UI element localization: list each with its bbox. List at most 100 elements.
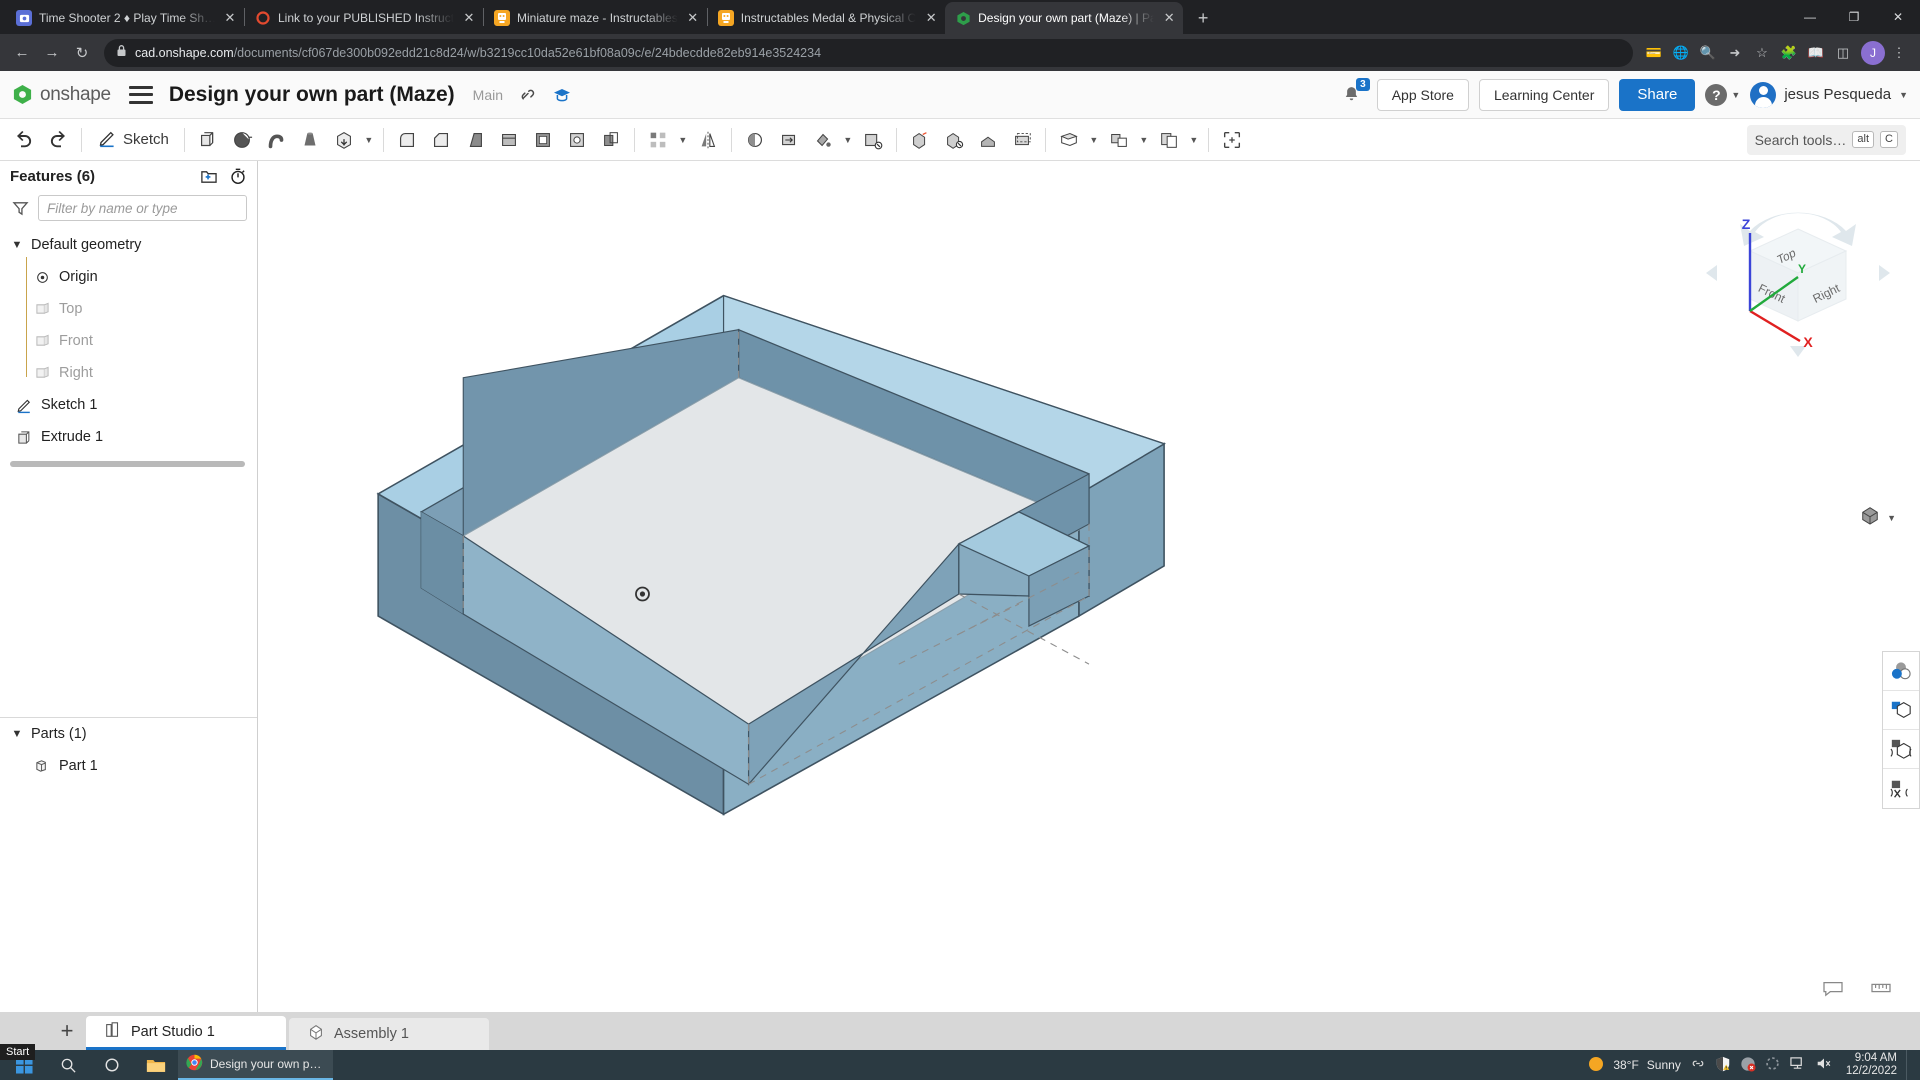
show-desktop-button[interactable] [1906, 1050, 1912, 1080]
mirror-tool[interactable] [692, 123, 724, 157]
tree-node-top-plane[interactable]: Top [0, 293, 257, 325]
feature-tree-scrollbar[interactable] [10, 461, 245, 467]
clock[interactable]: 9:04 AM 12/2/2022 [1842, 1052, 1897, 1078]
chevron-down-icon[interactable]: ▼ [841, 135, 855, 145]
view-mode-dropdown[interactable]: ▼ [1859, 505, 1896, 530]
forward-icon[interactable]: → [38, 39, 66, 67]
translate-icon[interactable]: 🌐 [1668, 40, 1694, 66]
help-menu[interactable]: ? ▼ [1705, 83, 1740, 106]
user-menu[interactable]: jesus Pesqueda ▼ [1750, 81, 1908, 108]
rib-tool[interactable] [493, 123, 525, 157]
share-button[interactable]: Share [1619, 78, 1696, 111]
revolve-tool[interactable] [226, 123, 258, 157]
tab-part-studio-1[interactable]: Part Studio 1 [86, 1016, 286, 1050]
app-store-button[interactable]: App Store [1376, 78, 1469, 111]
reload-icon[interactable]: ↻ [68, 39, 96, 67]
close-icon[interactable]: ✕ [1161, 10, 1177, 26]
shell-tool[interactable] [527, 123, 559, 157]
section-tool[interactable] [1883, 730, 1919, 769]
speech-bubble-icon[interactable] [1822, 979, 1844, 1002]
sidepanel-icon[interactable]: ◫ [1830, 40, 1856, 66]
variable-tool[interactable] [1153, 123, 1185, 157]
measure-tool[interactable] [1216, 123, 1248, 157]
link-icon[interactable] [1690, 1057, 1706, 1073]
weather-widget[interactable]: 38°F Sunny [1587, 1055, 1681, 1076]
tree-node-front-plane[interactable]: Front [0, 325, 257, 357]
tree-node-sketch-1[interactable]: Sketch 1 [0, 389, 257, 421]
plane-tool[interactable] [1053, 123, 1085, 157]
chamfer-tool[interactable] [425, 123, 457, 157]
close-icon[interactable]: ✕ [685, 10, 701, 26]
add-tab-button[interactable]: + [48, 1012, 86, 1050]
address-bar[interactable]: cad.onshape.com/documents/cf067de300b092… [104, 38, 1633, 67]
tab-assembly-1[interactable]: Assembly 1 [289, 1018, 489, 1050]
volume-mute-icon[interactable] [1815, 1056, 1833, 1074]
assembly-ref-tool[interactable] [1103, 123, 1135, 157]
security-alert-icon[interactable] [1740, 1056, 1756, 1075]
back-icon[interactable]: ← [8, 39, 36, 67]
reading-list-icon[interactable]: 📖 [1803, 40, 1829, 66]
browser-tab[interactable]: Instructables Medal & Physical C ✕ [708, 2, 945, 34]
split-tool[interactable] [739, 123, 771, 157]
draft-tool[interactable] [459, 123, 491, 157]
pattern-tool[interactable] [642, 123, 674, 157]
chevron-down-icon[interactable]: ▼ [1887, 513, 1896, 523]
chevron-down-icon[interactable]: ▼ [10, 239, 24, 251]
chevron-down-icon[interactable]: ▼ [1187, 135, 1201, 145]
graphics-viewport[interactable]: Top Front Right Z X Y ▼ [258, 161, 1920, 1012]
cortana-icon[interactable] [90, 1050, 134, 1080]
profile-avatar[interactable]: J [1861, 40, 1885, 65]
close-icon[interactable]: ✕ [461, 10, 477, 26]
boundingbox-tool[interactable] [1006, 123, 1038, 157]
tree-node-right-plane[interactable]: Right [0, 357, 257, 389]
onshape-logo[interactable]: onshape [12, 84, 111, 106]
menu-icon[interactable] [128, 85, 153, 104]
share-icon[interactable]: ➜ [1722, 40, 1748, 66]
view-cube[interactable]: Top Front Right Z X Y [1698, 189, 1898, 364]
tree-node-extrude-1[interactable]: Extrude 1 [0, 421, 257, 453]
browser-tab[interactable]: Miniature maze - Instructables ✕ [484, 2, 707, 34]
hole-tool[interactable] [561, 123, 593, 157]
display-state-tool[interactable] [1883, 691, 1919, 730]
redo-icon[interactable] [42, 123, 74, 157]
delete-face-tool[interactable] [857, 123, 889, 157]
move-face-tool[interactable] [904, 123, 936, 157]
defender-warning-icon[interactable] [1715, 1056, 1731, 1075]
appearance-tool[interactable] [1883, 652, 1919, 691]
browser-tab-active[interactable]: Design your own part (Maze) | Pa ✕ [945, 2, 1184, 34]
bookmark-star-icon[interactable]: ☆ [1749, 40, 1775, 66]
folder-icon[interactable] [134, 1050, 178, 1080]
funnel-icon[interactable] [10, 200, 30, 216]
paint-tool[interactable] [807, 123, 839, 157]
chevron-down-icon[interactable]: ▼ [676, 135, 690, 145]
browser-tab[interactable]: Link to your PUBLISHED Instructa ✕ [245, 2, 483, 34]
chevron-down-icon[interactable]: ▼ [1087, 135, 1101, 145]
fillet-tool[interactable] [391, 123, 423, 157]
transform-tool[interactable] [773, 123, 805, 157]
notifications-button[interactable]: 3 [1337, 77, 1370, 110]
zoom-icon[interactable]: 🔍 [1695, 40, 1721, 66]
search-icon[interactable] [46, 1050, 90, 1080]
undo-icon[interactable] [8, 123, 40, 157]
enclose-tool[interactable] [972, 123, 1004, 157]
maze-tray-part[interactable] [258, 161, 1920, 1012]
new-tab-button[interactable]: + [1189, 4, 1217, 32]
close-window-icon[interactable]: ✕ [1876, 0, 1920, 34]
close-icon[interactable]: ✕ [923, 10, 939, 26]
taskbar-app-chrome[interactable]: Design your own p… [178, 1050, 334, 1080]
replace-face-tool[interactable] [938, 123, 970, 157]
chrome-menu-icon[interactable]: ⋮ [1886, 40, 1912, 66]
extrude-tool[interactable] [192, 123, 224, 157]
parts-header[interactable]: ▼ Parts (1) [0, 718, 257, 750]
stopwatch-icon[interactable] [227, 165, 249, 187]
part-list-item[interactable]: Part 1 [0, 750, 257, 782]
extensions-icon[interactable]: 🧩 [1776, 40, 1802, 66]
chevron-down-icon[interactable]: ▼ [1137, 135, 1151, 145]
network-icon[interactable] [1789, 1056, 1806, 1074]
add-folder-icon[interactable] [197, 165, 219, 187]
close-icon[interactable]: ✕ [222, 10, 238, 26]
search-tools-box[interactable]: Search tools… alt C [1746, 124, 1906, 155]
render-tool[interactable] [1883, 769, 1919, 808]
learning-center-button[interactable]: Learning Center [1478, 78, 1610, 111]
graduation-cap-icon[interactable] [549, 82, 575, 108]
